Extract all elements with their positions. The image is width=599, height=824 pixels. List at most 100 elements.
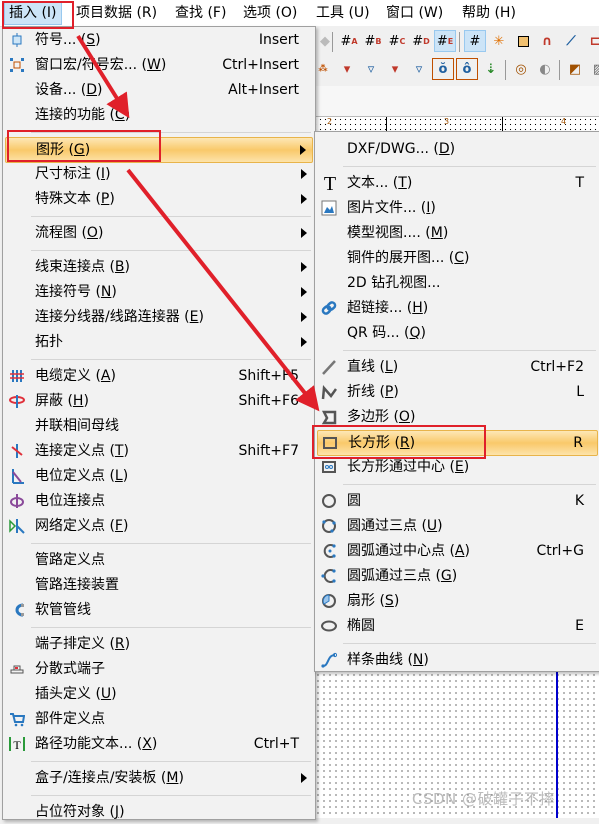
insert-menu-item[interactable]: 设备... (D) Alt+Insert [5, 78, 313, 102]
insert-menu-item[interactable]: 线束连接点 (B) [5, 255, 313, 279]
insert-menu-item-label: 路径功能文本... (X) [35, 736, 158, 752]
insert-menu-item[interactable]: 符号... (S) Insert [5, 28, 313, 52]
insert-menu-item[interactable]: 尺寸标注 (I) [5, 162, 313, 186]
insert-menu-item[interactable]: 网络定义点 (F) [5, 514, 313, 538]
insert-menu-item[interactable]: 软管管线 [5, 598, 313, 622]
insert-menu-item-label: 分散式端子 [35, 661, 105, 677]
insert-menu-item[interactable]: 电位连接点 [5, 489, 313, 513]
graphics-menu-item-shortcut: E [575, 618, 584, 634]
insert-menu-item[interactable]: 管路定义点 [5, 548, 313, 572]
insert-menu-item[interactable]: 插头定义 (U) [5, 682, 313, 706]
graphics-menu-item[interactable]: 2D 钻孔视图... [317, 271, 598, 295]
toolbar-blank-strip [310, 86, 599, 118]
graphics-menu-item[interactable]: 长方形 (R) R [317, 430, 598, 456]
socket-a-button[interactable]: ▾ [336, 58, 358, 80]
insert-menu-item[interactable]: 盒子/连接点/安装板 (M) [5, 766, 313, 790]
insert-menu-item[interactable]: 拓扑 [5, 330, 313, 354]
insert-menu-item[interactable]: 电缆定义 (A) Shift+F5 [5, 364, 313, 388]
menu-project-data[interactable]: 项目数据 (R) [72, 2, 161, 24]
insert-menu-item[interactable]: 流程图 (O) [5, 221, 313, 245]
socket-f-button[interactable]: ô [456, 58, 478, 80]
grid-a-button[interactable]: # A [338, 30, 360, 52]
grid-toggle-button[interactable]: # [464, 30, 486, 52]
hatch-button[interactable]: ▨ [588, 58, 599, 80]
plug-a-button[interactable]: ◎ [510, 58, 532, 80]
insert-menu-item[interactable]: T 路径功能文本... (X) Ctrl+T [5, 732, 313, 756]
menu-insert[interactable]: 插入 (I) [4, 1, 62, 25]
grid-d-button[interactable]: # D [410, 30, 432, 52]
graphics-menu-item[interactable]: 直线 (L) Ctrl+F2 [317, 355, 598, 379]
socket-e-button[interactable]: ŏ [432, 58, 454, 80]
graphics-menu-item[interactable]: 样条曲线 (N) [317, 648, 598, 672]
graphics-menu-item[interactable]: 长方形通过中心 (E) [317, 455, 598, 479]
graphics-menu-item[interactable]: 模型视图.... (M) [317, 221, 598, 245]
insert-menu-item-label: 电位连接点 [35, 493, 105, 509]
polygon-icon [321, 409, 337, 425]
graphics-menu-item[interactable]: 圆弧通过三点 (G) [317, 564, 598, 588]
insert-menu-item[interactable]: 连接的功能 (C) [5, 103, 313, 127]
ruler-number: 4 [561, 117, 567, 126]
insert-menu-item[interactable]: 电位定义点 (L) [5, 464, 313, 488]
socket-d-button[interactable]: ▿ [408, 58, 430, 80]
toolbar-separator [505, 60, 506, 80]
insert-menu-item[interactable]: 图形 (G) [5, 137, 313, 163]
graphics-menu-item[interactable]: QR 码... (Q) [317, 321, 598, 345]
insert-menu-item-label: 连接的功能 (C) [35, 107, 131, 123]
insert-menu-item[interactable]: 端子排定义 (R) [5, 632, 313, 656]
curve-edit-button[interactable]: ⟋ [560, 30, 582, 52]
graphics-menu-item[interactable]: T 文本... (T) T [317, 171, 598, 195]
menu-find[interactable]: 查找 (F) [171, 2, 230, 24]
insert-menu-item[interactable]: 连接定义点 (T) Shift+F7 [5, 439, 313, 463]
graphics-menu-item[interactable]: 扇形 (S) [317, 589, 598, 613]
graphics-menu-item[interactable]: 多边形 (O) [317, 405, 598, 429]
graphics-menu-item[interactable]: 折线 (P) L [317, 380, 598, 404]
menu-tools[interactable]: 工具 (U) [312, 2, 374, 24]
insert-menu-item[interactable]: 屏蔽 (H) Shift+F6 [5, 389, 313, 413]
graphics-menu-item[interactable]: 圆弧通过中心点 (A) Ctrl+G [317, 539, 598, 563]
insert-menu-item-label: 线束连接点 (B) [35, 259, 130, 275]
graphics-menu-item[interactable]: 铜件的展开图... (C) [317, 246, 598, 270]
insert-menu-item[interactable]: 窗口宏/符号宏... (W) Ctrl+Insert [5, 53, 313, 77]
grid-e-button[interactable]: # E [434, 30, 456, 52]
plug-b-button[interactable]: ◐ [534, 58, 556, 80]
insert-menu-item[interactable]: 连接符号 (N) [5, 280, 313, 304]
menu-options[interactable]: 选项 (O) [239, 2, 301, 24]
graphics-menu-item-label: 多边形 (O) [347, 409, 416, 425]
graphics-menu-item-shortcut: Ctrl+F2 [530, 359, 584, 375]
insert-menu-item[interactable]: 部件定义点 [5, 707, 313, 731]
graphics-menu-item-shortcut: Ctrl+G [536, 543, 585, 559]
graphics-menu-item[interactable]: 圆K [317, 489, 598, 513]
grid-b-button[interactable]: # B [362, 30, 384, 52]
socket-c-button[interactable]: ▾ [384, 58, 406, 80]
insert-menu-item-label: 图形 (G) [36, 142, 91, 158]
insert-menu-item[interactable]: 分散式端子 [5, 657, 313, 681]
panel-button[interactable]: ◩ [564, 58, 586, 80]
submenu-arrow-icon [301, 287, 307, 297]
graphics-menu-item[interactable]: 椭圆 E [317, 614, 598, 638]
insert-menu-item[interactable]: 占位符对象 (J) [5, 800, 313, 824]
graphics-menu-item[interactable]: 图片文件... (I) [317, 196, 598, 220]
socket-b-button[interactable]: ▿ [360, 58, 382, 80]
socket-g-button[interactable]: ⇣ [480, 58, 502, 80]
menu-separator [343, 484, 596, 485]
grid-c-button[interactable]: # C [386, 30, 408, 52]
graphics-menu-item-label: 折线 (P) [347, 384, 399, 400]
frame-button[interactable] [512, 30, 534, 52]
graphics-menu-item[interactable]: 圆通过三点 (U) [317, 514, 598, 538]
menu-window[interactable]: 窗口 (W) [382, 2, 447, 24]
graphics-menu-item-label: 文本... (T) [347, 175, 413, 191]
snap-point-button[interactable]: ✳ [488, 30, 510, 52]
insert-menu-item[interactable]: 连接分线器/线路连接器 (E) [5, 305, 313, 329]
connector-button[interactable]: ⊏ [584, 30, 599, 52]
graphics-menu-item[interactable]: 超链接... (H) [317, 296, 598, 320]
insert-menu-item[interactable]: 管路连接装置 [5, 573, 313, 597]
graphics-menu-item-label: 椭圆 [347, 618, 375, 634]
graphics-menu-item[interactable]: DXF/DWG... (D) [317, 137, 598, 161]
ruler-tick [386, 117, 387, 131]
watermark: CSDN @破罐子不摔 [412, 790, 556, 808]
insert-menu-item[interactable]: 并联相间母线 [5, 414, 313, 438]
menu-help[interactable]: 帮助 (H) [458, 2, 520, 24]
graphics-menu-item-label: 长方形通过中心 (E) [347, 459, 470, 475]
hose-button[interactable]: ∩ [536, 30, 558, 52]
insert-menu-item[interactable]: 特殊文本 (P) [5, 187, 313, 211]
